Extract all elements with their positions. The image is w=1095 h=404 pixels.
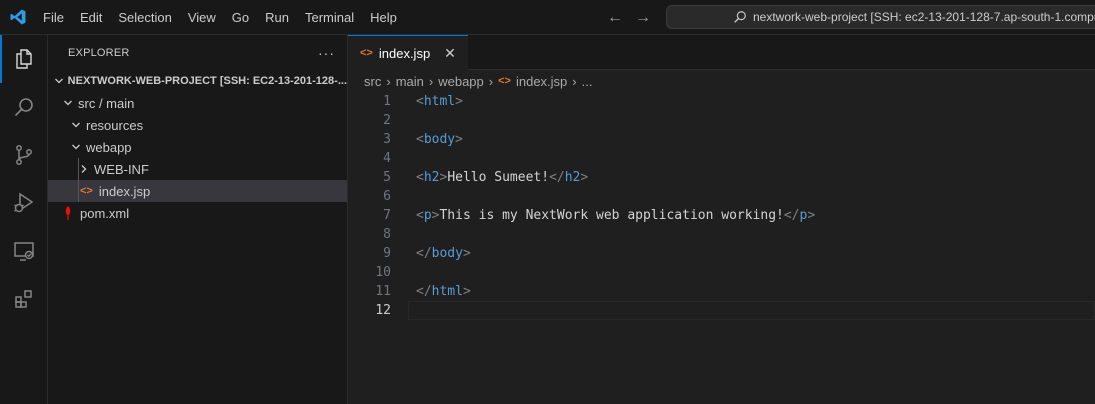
jsp-file-icon: <> (360, 47, 373, 59)
menu-go[interactable]: Go (224, 0, 257, 35)
tab-index-jsp[interactable]: <> index.jsp ✕ (348, 35, 468, 70)
line-number: 3 (383, 132, 391, 147)
source-control-icon[interactable] (0, 131, 48, 179)
chevron-right-icon: › (572, 73, 577, 89)
code-line[interactable]: 11 </html> (348, 282, 1095, 301)
line-number: 4 (383, 151, 391, 166)
menu-terminal[interactable]: Terminal (297, 0, 362, 35)
title-bar: File Edit Selection View Go Run Terminal… (0, 0, 1095, 35)
code-line[interactable]: 9 </body> (348, 244, 1095, 263)
line-number: 2 (383, 113, 391, 128)
menu-file[interactable]: File (35, 0, 72, 35)
code-text: <p>This is my NextWork web application w… (416, 208, 816, 223)
editor: <> index.jsp ✕ src › main › webapp › <> … (348, 35, 1095, 404)
jsp-file-icon: <> (80, 185, 93, 197)
search-icon (734, 11, 746, 23)
menu-run[interactable]: Run (257, 0, 297, 35)
search-icon[interactable] (0, 83, 48, 131)
tree-item-webapp[interactable]: webapp (48, 136, 347, 158)
explorer-icon[interactable] (0, 35, 48, 83)
code-line[interactable]: 4 (348, 149, 1095, 168)
breadcrumb-more[interactable]: ... (582, 74, 593, 89)
breadcrumb-src[interactable]: src (364, 74, 381, 89)
breadcrumb: src › main › webapp › <> index.jsp › ... (348, 70, 1095, 92)
tree-item-web-inf[interactable]: WEB-INF (48, 158, 347, 180)
menu-view[interactable]: View (180, 0, 224, 35)
project-root-label: NEXTWORK-WEB-PROJECT [SSH: EC2-13-201-12… (67, 75, 347, 87)
back-arrow-icon[interactable]: ← (606, 9, 624, 27)
chevron-down-icon (60, 95, 76, 111)
tree-item-label: webapp (86, 139, 132, 155)
indent-guide (78, 180, 79, 202)
code-text: </html> (416, 284, 471, 299)
maven-file-icon (64, 206, 72, 220)
chevron-down-icon (68, 117, 84, 133)
chevron-down-icon (68, 139, 84, 155)
tree-item-pom-xml[interactable]: pom.xml (48, 202, 347, 224)
more-actions-icon[interactable]: ··· (318, 45, 335, 61)
line-number: 8 (383, 227, 391, 242)
code-line[interactable]: 3 <body> (348, 130, 1095, 149)
code-text: <html> (416, 94, 463, 109)
navigation-arrows: ← → (606, 0, 652, 35)
line-number: 9 (383, 246, 391, 261)
line-number: 10 (375, 265, 391, 280)
code-line[interactable]: 5 <h2>Hello Sumeet!</h2> (348, 168, 1095, 187)
tree-item-resources[interactable]: resources (48, 114, 347, 136)
activity-bar (0, 35, 48, 404)
tab-label: index.jsp (378, 45, 431, 61)
tree-item-index-jsp[interactable]: <> index.jsp (48, 180, 347, 202)
tree-item-label: resources (86, 117, 144, 133)
vscode-logo-icon (0, 0, 35, 35)
code-text: </body> (416, 246, 471, 261)
command-center[interactable]: nextwork-web-project [SSH: ec2-13-201-12… (666, 5, 1095, 29)
jsp-file-icon: <> (498, 75, 511, 87)
code-line[interactable]: 8 (348, 225, 1095, 244)
code-text: <body> (416, 132, 463, 147)
menu-help[interactable]: Help (362, 0, 405, 35)
tree-item-label: src / main (78, 95, 135, 111)
chevron-right-icon: › (488, 73, 494, 89)
line-number: 6 (383, 189, 391, 204)
indent-guide (78, 158, 79, 180)
line-number: 5 (383, 170, 391, 185)
forward-arrow-icon[interactable]: → (634, 9, 652, 27)
code-line[interactable]: 6 (348, 187, 1095, 206)
code-area[interactable]: 1 <html> 2 3 <body> 4 5 <h2>Hello Sumeet!</h2> 6… (348, 92, 1095, 320)
tree-item-label: index.jsp (98, 183, 151, 199)
breadcrumb-index-jsp[interactable]: index.jsp (516, 74, 567, 89)
tree-item-label: WEB-INF (94, 161, 149, 177)
run-debug-icon[interactable] (0, 179, 48, 227)
close-icon[interactable]: ✕ (442, 45, 458, 61)
line-number: 1 (383, 94, 391, 109)
breadcrumb-webapp[interactable]: webapp (438, 74, 484, 89)
current-line-highlight (408, 301, 1095, 320)
code-line[interactable]: 1 <html> (348, 92, 1095, 111)
tree-item-label: pom.xml (80, 205, 130, 221)
explorer-header: EXPLORER ··· (48, 35, 347, 70)
code-line[interactable]: 7 <p>This is my NextWork web application … (348, 206, 1095, 225)
project-root[interactable]: NEXTWORK-WEB-PROJECT [SSH: EC2-13-201-12… (48, 70, 347, 92)
explorer-sidebar: EXPLORER ··· NEXTWORK-WEB-PROJECT [SSH: … (48, 35, 348, 404)
explorer-title: EXPLORER (68, 46, 130, 59)
line-number: 11 (375, 284, 391, 299)
code-text: <h2>Hello Sumeet!</h2> (416, 170, 589, 185)
chevron-down-icon (52, 73, 66, 89)
command-center-text: nextwork-web-project [SSH: ec2-13-201-12… (753, 10, 1095, 24)
menu-edit[interactable]: Edit (72, 0, 110, 35)
code-line[interactable]: 12 (348, 301, 1095, 320)
code-line[interactable]: 10 (348, 263, 1095, 282)
extensions-icon[interactable] (0, 275, 48, 323)
line-number: 12 (375, 303, 391, 318)
chevron-right-icon: › (428, 73, 434, 89)
remote-explorer-icon[interactable] (0, 227, 48, 275)
tree-item-src-main[interactable]: src / main (48, 92, 347, 114)
menu-selection[interactable]: Selection (110, 0, 179, 35)
line-number: 7 (383, 208, 391, 223)
breadcrumb-main[interactable]: main (396, 74, 424, 89)
code-line[interactable]: 2 (348, 111, 1095, 130)
menu-bar: File Edit Selection View Go Run Terminal… (35, 0, 405, 35)
editor-tabs: <> index.jsp ✕ (348, 35, 1095, 70)
chevron-right-icon: › (386, 73, 391, 89)
